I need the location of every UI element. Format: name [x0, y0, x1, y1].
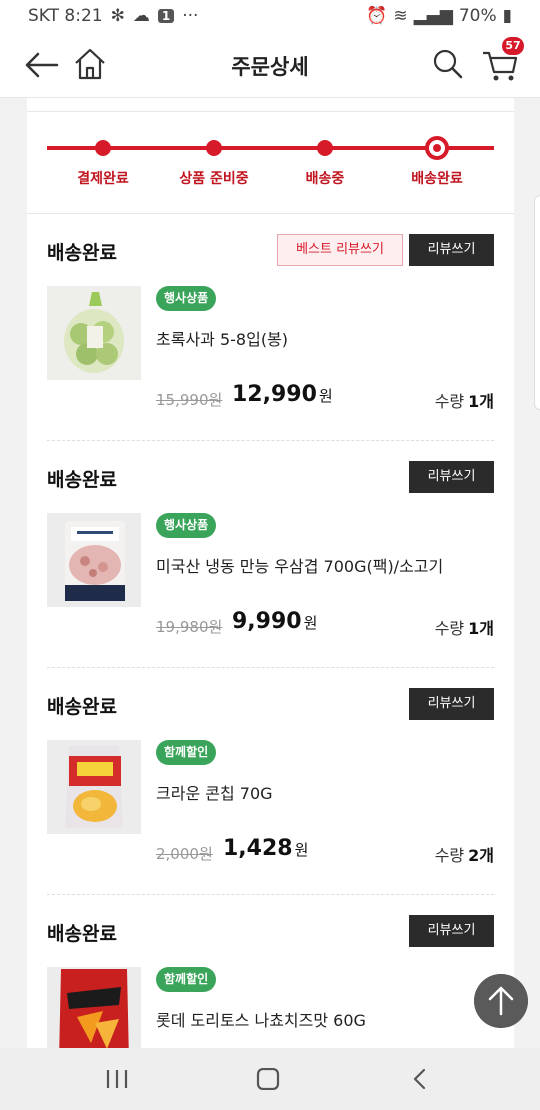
cart-count-badge: 57	[502, 37, 524, 55]
back-nav-icon[interactable]	[408, 1068, 432, 1090]
sale-price-value: 1,428	[223, 836, 293, 861]
battery-icon: ▮	[502, 6, 512, 26]
carrier-time: SKT 8:21	[28, 6, 103, 26]
signal-icon: ▂▄▆	[413, 6, 453, 26]
app-header: 주문상세 57	[0, 32, 540, 98]
quantity-value: 1개	[468, 619, 494, 638]
sale-price-value: 12,990	[232, 382, 317, 407]
progress-dot-2	[206, 140, 222, 156]
fan-icon: ✻	[110, 6, 125, 26]
item-status: 배송완료	[47, 923, 117, 945]
order-item: 배송완료 리뷰쓰기 함께할인 롯데 도리토스 나쵸치즈맛 60G	[47, 895, 494, 1048]
scroll-to-top-button[interactable]	[474, 974, 528, 1028]
step-label-delivered: 배송완료	[411, 171, 463, 187]
order-item: 배송완료 리뷰쓰기 행사상품 미국산 냉동 만능 우삼겹 700G(팩)/소고기…	[47, 441, 494, 668]
home-nav-icon[interactable]	[256, 1068, 280, 1090]
top-spacer	[27, 98, 514, 112]
product-image-doritos[interactable]	[47, 967, 141, 1048]
product-image-corn-chip[interactable]	[47, 740, 141, 834]
sale-price: 12,990 원	[232, 382, 333, 407]
promo-tag: 행사상품	[156, 513, 217, 538]
system-navigation-bar	[0, 1048, 540, 1110]
currency-unit: 원	[294, 841, 309, 859]
item-status: 배송완료	[47, 242, 117, 264]
sale-price: 1,428 원	[223, 836, 308, 861]
step-label-preparing: 상품 준비중	[179, 171, 249, 187]
write-review-button[interactable]: 리뷰쓰기	[409, 234, 494, 266]
progress-dot-4-current	[425, 136, 449, 160]
quantity-label: 수량	[434, 619, 465, 638]
quantity: 수량 2개	[435, 842, 494, 866]
original-price: 2,000원	[156, 845, 213, 863]
product-name[interactable]: 미국산 냉동 만능 우삼겹 700G(팩)/소고기	[156, 553, 443, 577]
recent-apps-icon[interactable]	[105, 1068, 129, 1090]
back-arrow-icon[interactable]	[24, 50, 60, 80]
corn-chip-bag-icon	[47, 740, 141, 834]
currency-unit: 원	[303, 614, 318, 632]
quantity: 수량 1개	[435, 615, 494, 639]
quantity-value: 1개	[468, 392, 494, 411]
step-label-paid: 결제완료	[77, 171, 129, 187]
wifi-icon: ≋	[393, 6, 408, 26]
progress-dot-3	[317, 140, 333, 156]
write-review-button[interactable]: 리뷰쓰기	[409, 461, 494, 493]
promo-tag: 행사상품	[156, 286, 217, 311]
product-name[interactable]: 크라운 콘칩 70G	[156, 780, 273, 804]
quantity-label: 수량	[434, 846, 465, 865]
side-drawer-handle[interactable]	[534, 195, 540, 410]
quantity-value: 2개	[468, 846, 494, 865]
quantity: 수량 1개	[435, 388, 494, 412]
step-label-shipping: 배송중	[305, 171, 345, 187]
order-item: 배송완료 베스트 리뷰쓰기 리뷰쓰기 행사상품 초록사과 5-8입(봉) 15,…	[47, 214, 494, 441]
product-image-beef[interactable]	[47, 513, 141, 607]
status-bar: SKT 8:21 ✻ ☁ 1 ··· ⏰ ≋ ▂▄▆ 70% ▮	[0, 0, 540, 32]
original-price: 15,990원	[156, 391, 223, 409]
currency-unit: 원	[318, 387, 333, 405]
home-icon[interactable]	[72, 46, 108, 82]
progress-dot-1	[95, 140, 111, 156]
promo-tag: 함께할인	[156, 740, 217, 765]
search-icon[interactable]	[432, 48, 464, 80]
product-image-green-apple[interactable]	[47, 286, 141, 380]
battery-level: 70%	[458, 6, 497, 26]
sale-price-value: 9,990	[232, 609, 302, 634]
order-item: 배송완료 리뷰쓰기 함께할인 크라운 콘칩 70G 2,000원 1,428 원 …	[47, 668, 494, 895]
cloud-icon: ☁	[132, 6, 150, 26]
original-price: 19,980원	[156, 618, 223, 636]
item-status: 배송완료	[47, 469, 117, 491]
sale-price: 9,990 원	[232, 609, 317, 634]
product-name[interactable]: 초록사과 5-8입(봉)	[156, 326, 288, 350]
doritos-bag-icon	[47, 967, 141, 1048]
write-review-button[interactable]: 리뷰쓰기	[409, 915, 494, 947]
item-status: 배송완료	[47, 696, 117, 718]
more-icon: ···	[182, 6, 199, 26]
promo-tag: 함께할인	[156, 967, 217, 992]
quantity-label: 수량	[434, 392, 465, 411]
green-apple-bag-icon	[47, 286, 141, 380]
delivery-progress: 결제완료 상품 준비중 배송중 배송완료	[27, 112, 514, 214]
product-name[interactable]: 롯데 도리토스 나쵸치즈맛 60G	[156, 1007, 366, 1031]
order-detail-content: 결제완료 상품 준비중 배송중 배송완료 배송완료 베스트 리뷰쓰기 리뷰쓰기 …	[27, 98, 514, 1048]
best-review-button[interactable]: 베스트 리뷰쓰기	[277, 234, 403, 266]
write-review-button[interactable]: 리뷰쓰기	[409, 688, 494, 720]
alarm-icon: ⏰	[366, 6, 388, 26]
beef-pack-icon	[47, 513, 141, 607]
notification-count-icon: 1	[157, 9, 175, 23]
